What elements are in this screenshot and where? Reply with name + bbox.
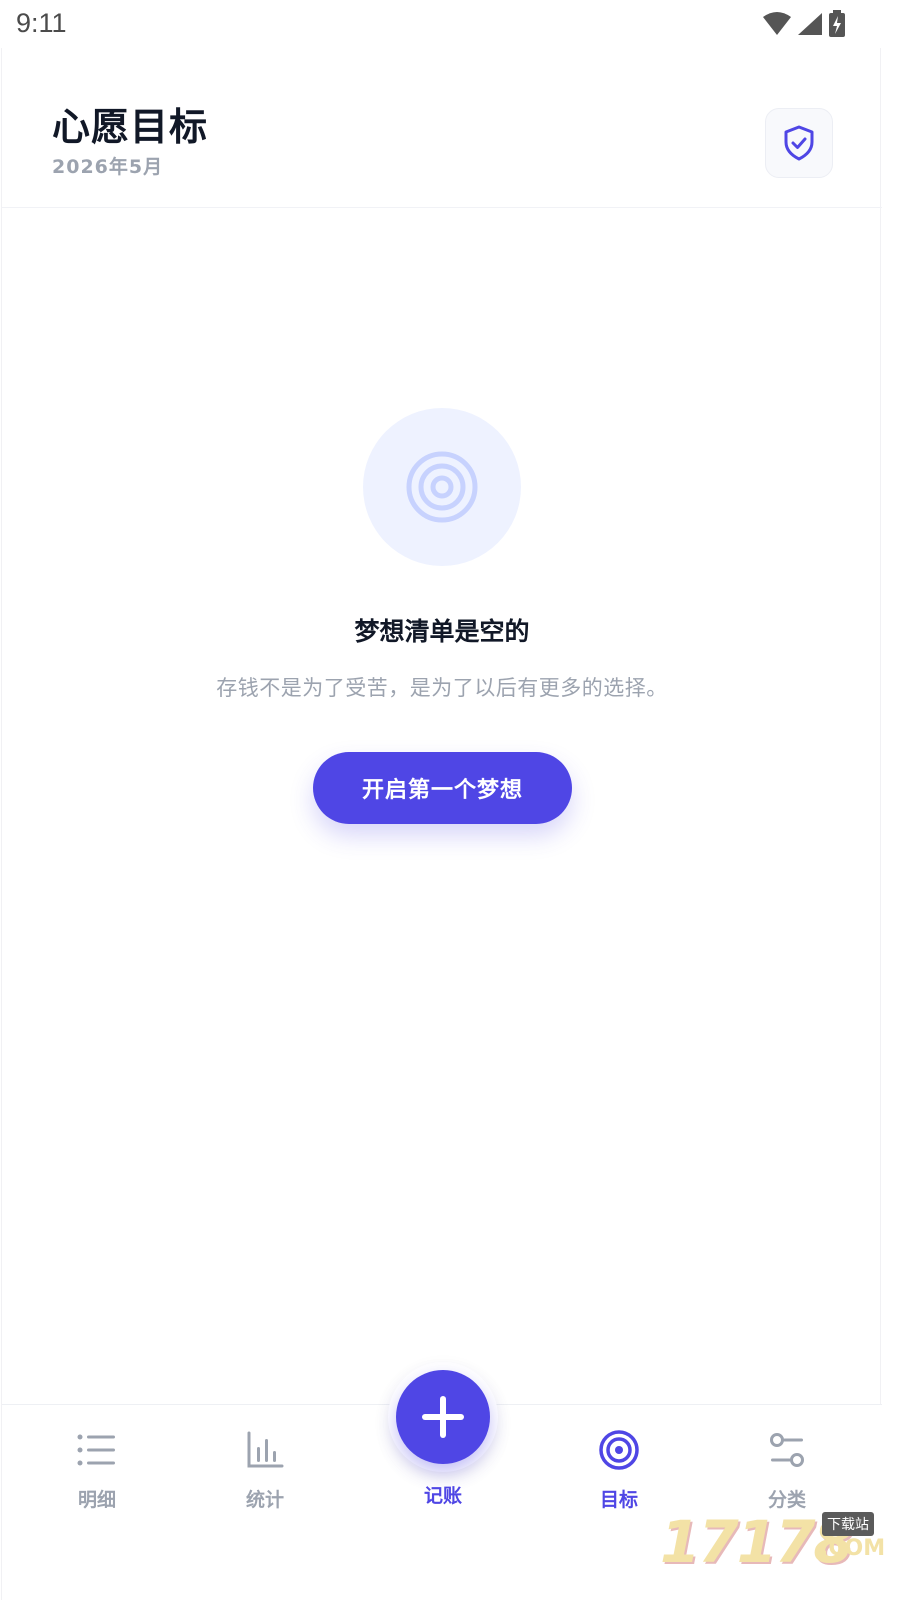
nav-item-goals[interactable]: 目标 [564,1427,674,1512]
nav-item-stats[interactable]: 统计 [210,1427,320,1512]
privacy-shield-button[interactable] [765,108,833,178]
add-record-fab-ring [388,1362,498,1472]
status-icons [762,10,846,38]
start-first-dream-button[interactable]: 开启第一个梦想 [313,752,572,824]
watermark-badge: 下载站 [822,1512,874,1536]
header: 心愿目标 2026年5月 [2,48,882,208]
nav-item-details[interactable]: 明细 [42,1427,152,1512]
wifi-icon [763,12,791,35]
watermark-domain: .COM [820,1536,886,1561]
nav-item-categories[interactable]: 分类 [732,1427,842,1512]
add-record-label[interactable]: 记账 [388,1481,498,1508]
add-record-button[interactable] [396,1370,490,1464]
target-icon [406,451,478,523]
shield-check-icon [784,125,814,161]
nav-label-goals: 目标 [599,1489,638,1511]
list-icon [77,1434,115,1466]
nav-label-details: 明细 [77,1489,116,1511]
status-bar: 9:11 [0,0,900,48]
cellular-signal-icon [798,13,822,35]
page-subtitle: 2026年5月 [52,156,164,178]
nav-label-stats: 统计 [245,1489,284,1511]
status-time: 9:11 [16,8,67,38]
sliders-icon [770,1433,804,1467]
empty-state-illustration [363,408,521,566]
app-frame: 心愿目标 2026年5月 梦想清单是空的 存钱不是为了受苦，是为了以后有更多的选… [1,48,882,1600]
target-icon [599,1430,639,1470]
battery-charging-icon [829,10,845,37]
empty-state-title: 梦想清单是空的 [354,617,530,646]
empty-state-description: 存钱不是为了受苦，是为了以后有更多的选择。 [216,676,668,700]
plus-icon [422,1396,464,1438]
bar-chart-icon [247,1431,284,1468]
page-title: 心愿目标 [52,105,209,149]
watermark-logo: 17178 下载站 .COM [660,1508,885,1578]
